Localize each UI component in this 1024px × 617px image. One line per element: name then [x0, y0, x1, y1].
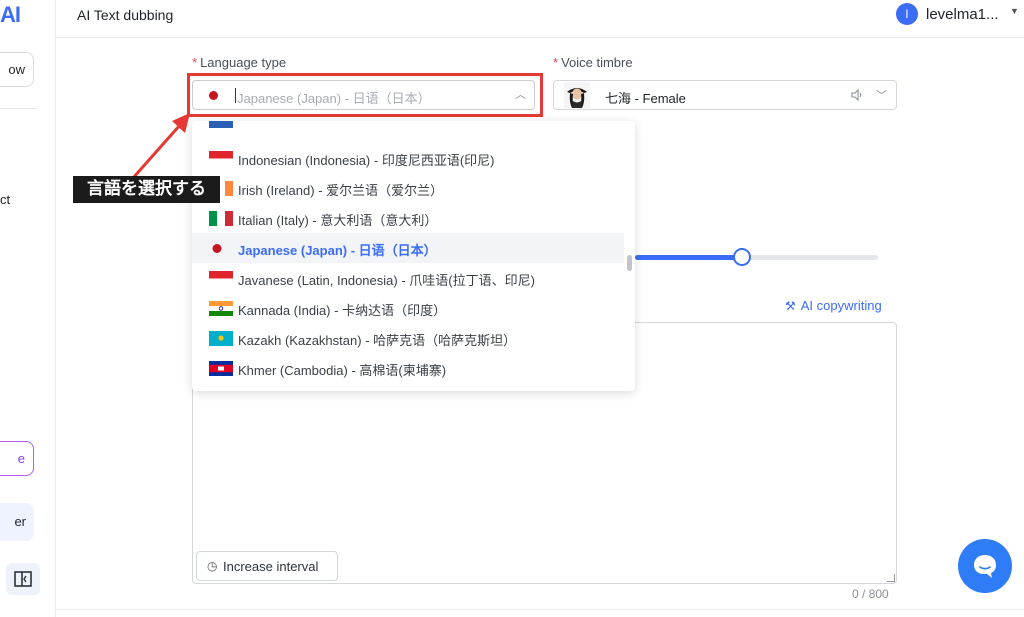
sidebar-toggle-icon: [14, 571, 32, 587]
sidebar-upgrade-button[interactable]: e: [0, 441, 34, 476]
list-item[interactable]: Javanese (Latin, Indonesia) - 爪哇语(拉丁语、印尼…: [192, 263, 624, 293]
ai-copywriting-button[interactable]: ⚒ AI copywriting: [785, 298, 882, 313]
chevron-down-icon: ﹀: [876, 90, 887, 102]
annotation-highlight-box: [187, 73, 543, 117]
voice-timbre-label: * Voice timbre: [553, 55, 633, 70]
chat-icon: [974, 555, 996, 578]
character-count: 0 / 800: [852, 587, 889, 601]
clock-icon: ◷: [207, 559, 218, 573]
chat-support-button[interactable]: [958, 539, 1012, 593]
avatar[interactable]: l: [896, 3, 918, 25]
chevron-down-icon[interactable]: ▼: [1010, 6, 1019, 16]
voice-select[interactable]: 七海 - Female ﹀: [553, 80, 897, 110]
voice-avatar: [564, 82, 590, 108]
language-type-label: * Language type: [192, 55, 287, 70]
speed-slider-thumb[interactable]: [733, 248, 751, 266]
header: AI Text dubbing l levelma1... ▼: [56, 0, 1024, 38]
increase-interval-button[interactable]: ◷ Increase interval: [196, 551, 338, 581]
sidebar-active-item[interactable]: er: [0, 503, 34, 541]
app-logo: AI: [0, 2, 21, 27]
india-flag-icon: [209, 301, 233, 316]
dropdown-scrollbar[interactable]: [627, 255, 632, 271]
voice-select-value: 七海 - Female: [605, 91, 686, 106]
indonesia-flag-icon: [209, 151, 233, 166]
sidebar-divider: [0, 108, 38, 109]
sidebar: AI ow ct e er: [0, 0, 56, 617]
username[interactable]: levelma1...: [926, 6, 999, 23]
list-item[interactable]: Kazakh (Kazakhstan) - 哈萨克语（哈萨克斯坦）: [192, 323, 624, 353]
list-item[interactable]: Kannada (India) - 卡纳达语（印度）: [192, 293, 624, 323]
sidebar-item-label[interactable]: ct: [0, 192, 10, 207]
page-title: AI Text dubbing: [77, 7, 174, 23]
speed-slider-fill: [635, 255, 742, 260]
magic-wand-icon: ⚒: [785, 299, 796, 313]
list-item[interactable]: [192, 121, 624, 135]
list-item[interactable]: Italian (Italy) - 意大利语（意大利）: [192, 203, 624, 233]
list-item[interactable]: Khmer (Cambodia) - 高棉语(柬埔寨): [192, 353, 624, 383]
resize-handle[interactable]: [887, 574, 895, 582]
list-item-selected[interactable]: Japanese (Japan) - 日语（日本）: [192, 233, 624, 263]
flag-icon: [209, 121, 233, 128]
sidebar-top-button[interactable]: ow: [0, 52, 34, 87]
indonesia-flag-icon: [209, 271, 233, 286]
language-dropdown: Indonesian (Indonesia) - 印度尼西亚语(印尼) Iris…: [192, 121, 635, 391]
speaker-icon[interactable]: [850, 88, 864, 102]
cambodia-flag-icon: [209, 361, 233, 376]
list-item[interactable]: Irish (Ireland) - 爱尔兰语（爱尔兰）: [192, 173, 624, 203]
sidebar-toggle-button[interactable]: [6, 563, 40, 595]
list-item[interactable]: Indonesian (Indonesia) - 印度尼西亚语(印尼): [192, 143, 624, 173]
footer-divider: [56, 609, 1024, 610]
annotation-callout: 言語を選択する: [73, 176, 220, 203]
italy-flag-icon: [209, 211, 233, 226]
japan-flag-icon: [209, 241, 233, 256]
kazakhstan-flag-icon: [209, 331, 233, 346]
